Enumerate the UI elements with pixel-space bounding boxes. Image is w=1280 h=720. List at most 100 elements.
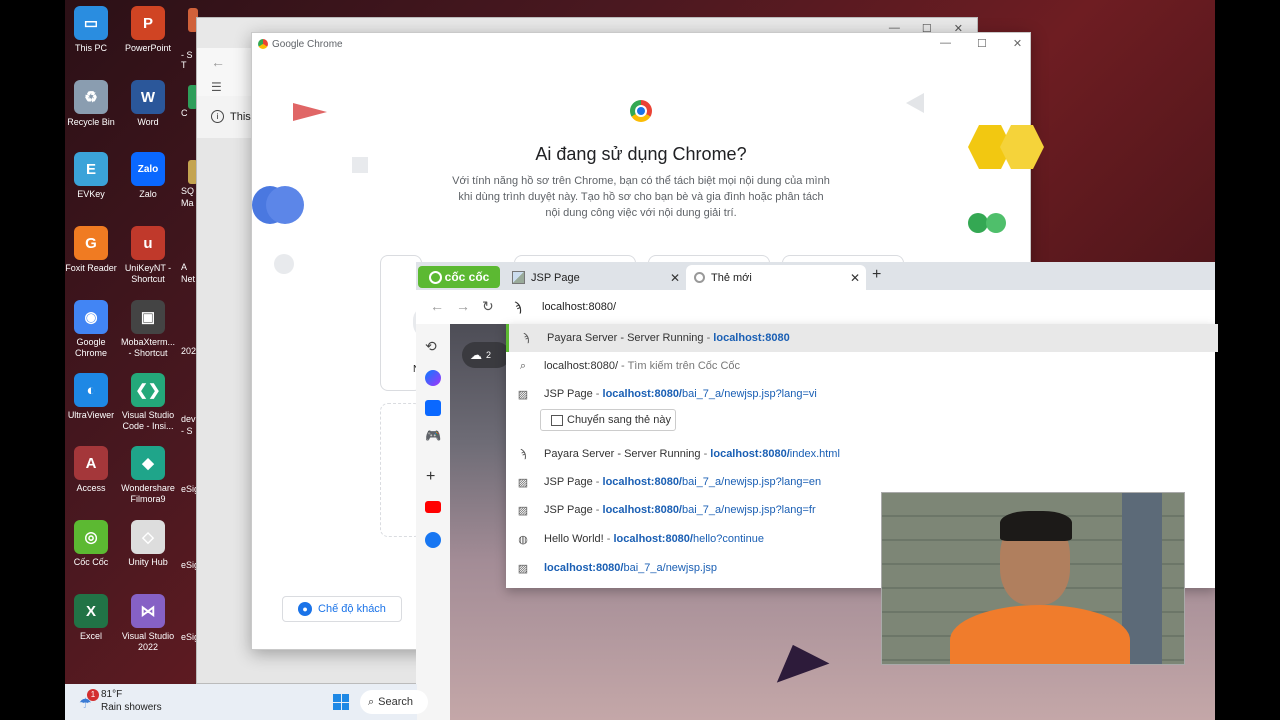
person-hair	[1000, 511, 1072, 541]
weather-widget[interactable]: ☁ 2	[462, 342, 510, 368]
address-input[interactable]: localhost:8080/	[542, 301, 616, 313]
fish-icon: ϡ	[522, 332, 530, 344]
desktop-icon[interactable]: ◉ Google Chrome	[65, 300, 119, 359]
page-description: Với tính năng hồ sơ trên Chrome, bạn có …	[452, 175, 830, 219]
suggestion-url-host: localhost:8080/	[710, 448, 790, 460]
globe-icon: ◍	[518, 533, 528, 546]
minimize-icon[interactable]: —	[940, 37, 951, 50]
tab-new-tab[interactable]: Thẻ mới ✕	[686, 265, 866, 290]
suggestion-separator: -	[700, 448, 711, 460]
new-tab-button[interactable]: +	[872, 266, 881, 284]
app-icon: Zalo	[131, 152, 165, 186]
switch-to-tab-button[interactable]: Chuyển sang thẻ này	[540, 409, 676, 431]
suggestion-separator: -	[618, 360, 628, 372]
letterbox-left	[0, 0, 65, 720]
explorer-info-bar: i This	[211, 110, 251, 123]
close-tab-icon[interactable]: ✕	[670, 271, 680, 285]
gray-circle-decoration	[274, 254, 294, 274]
windows-start-icon[interactable]	[333, 694, 349, 710]
desktop-icon[interactable]: ◇ Unity Hub	[120, 520, 176, 568]
desktop-icon-label: Google Chrome	[74, 337, 107, 358]
suggestion-item[interactable]: ϡ Payara Server - Server Running - localh…	[506, 324, 1218, 352]
taskbar-search[interactable]: ⌕ Search	[360, 690, 428, 714]
forward-icon[interactable]: →	[456, 298, 470, 314]
desktop-icon[interactable]: P PowerPoint	[120, 6, 176, 54]
desktop-icon[interactable]: ▭ This PC	[65, 6, 119, 54]
tab-label: Thẻ mới	[711, 271, 752, 284]
fish-icon: ϡ	[519, 448, 527, 460]
suggestion-text: Payara Server - Server Running - localho…	[544, 448, 840, 460]
suggestion-item[interactable]: ϡ Payara Server - Server Running - localh…	[506, 440, 1215, 468]
chrome-logo-icon	[630, 100, 652, 122]
suggestion-title: localhost:8080/	[544, 360, 618, 372]
desktop-icon-label: EVKey	[77, 189, 105, 199]
app-icon: ◉	[74, 300, 108, 334]
page-heading: Ai đang sử dụng Chrome?	[535, 144, 747, 164]
guest-mode-button[interactable]: ● Chế độ khách	[282, 596, 402, 622]
facebook-icon[interactable]	[425, 532, 441, 548]
app-icon: E	[74, 152, 108, 186]
suggestion-title: Payara Server - Server Running	[544, 448, 701, 460]
desktop-icon[interactable]: ❮❯ Visual Studio Code - Insi...	[120, 373, 176, 432]
add-icon[interactable]: +	[426, 468, 435, 486]
desktop-icon[interactable]: X Excel	[65, 594, 119, 642]
app-icon: P	[131, 6, 165, 40]
game-icon[interactable]: 🎮	[425, 428, 441, 444]
desktop-icon[interactable]: E EVKey	[65, 152, 119, 200]
page-icon: ▨	[517, 504, 529, 517]
cloud-icon: ☁	[470, 348, 482, 362]
list-icon[interactable]: ☰	[211, 80, 222, 94]
youtube-icon[interactable]	[425, 501, 441, 513]
suggestion-separator: -	[592, 504, 603, 516]
zalo-icon[interactable]	[425, 400, 441, 416]
desktop-icon[interactable]: ▣ MobaXterm... - Shortcut	[120, 300, 176, 359]
gray-triangle-decoration	[906, 93, 924, 113]
desktop-icon-label: UltraViewer	[67, 410, 115, 420]
desktop-icon-label: Recycle Bin	[67, 117, 115, 127]
messenger-icon[interactable]	[425, 370, 441, 386]
desktop-icon[interactable]: ♻ Recycle Bin	[65, 80, 119, 128]
maximize-icon[interactable]: ☐	[977, 37, 987, 50]
app-icon: W	[131, 80, 165, 114]
explorer-info-text: This	[230, 110, 251, 123]
close-tab-icon[interactable]: ✕	[850, 271, 860, 285]
desktop-icon[interactable]: ◆ Wondershare Filmora9	[120, 446, 176, 505]
chrome-icon	[258, 39, 268, 49]
blue-circles-decoration	[252, 186, 304, 224]
suggestion-separator: -	[592, 388, 603, 400]
back-icon[interactable]: ←	[211, 54, 225, 70]
close-icon[interactable]: ✕	[1013, 37, 1022, 50]
suggestion-url-host: localhost:8080/	[544, 562, 624, 574]
desktop-icon[interactable]: u UniKeyNT - Shortcut	[120, 226, 176, 285]
desktop-icon[interactable]: Zalo Zalo	[120, 152, 176, 200]
desktop-icon-label: Word	[137, 117, 159, 127]
new-tab-icon	[694, 272, 705, 283]
app-icon: ◎	[74, 520, 108, 554]
suggestion-text: localhost:8080/bai_7_a/newjsp.jsp	[544, 562, 717, 574]
suggestion-text: JSP Page - localhost:8080/bai_7_a/newjsp…	[544, 476, 821, 488]
reload-icon[interactable]: ↻	[482, 298, 494, 315]
notification-badge: 1	[87, 689, 99, 701]
address-bar[interactable]: ϡ localhost:8080/	[506, 290, 1215, 324]
history-icon[interactable]: ⟲	[425, 338, 437, 355]
coccoc-logo-button[interactable]: cốc cốc	[418, 266, 500, 288]
suggestion-item[interactable]: ⌕ localhost:8080/ - Tìm kiếm trên Cốc Cốc	[506, 352, 1215, 380]
desktop-icon[interactable]: ⋈ Visual Studio 2022	[120, 594, 176, 653]
page-icon	[512, 271, 525, 284]
green-pill-decoration	[968, 213, 1006, 233]
desktop-icon[interactable]: W Word	[120, 80, 176, 128]
desktop-icon[interactable]: A Access	[65, 446, 119, 494]
suggestion-separator: -	[603, 533, 614, 545]
suggestion-text: Hello World! - localhost:8080/hello?cont…	[544, 533, 764, 545]
desktop-icon[interactable]: ◎ Cốc Cốc	[65, 520, 119, 568]
back-icon[interactable]: ←	[430, 298, 444, 314]
desktop-icon[interactable]: G Foxit Reader	[65, 226, 119, 274]
weather-taskbar-widget[interactable]: ☂ 1 81°F Rain showers	[75, 687, 175, 717]
desktop-icon[interactable]: ◐ UltraViewer	[65, 373, 119, 421]
suggestion-item[interactable]: ▨ JSP Page - localhost:8080/bai_7_a/newjs…	[506, 380, 1215, 408]
tab-jsp-page[interactable]: JSP Page ✕	[504, 265, 686, 290]
window-controls: — ☐ ✕	[940, 37, 1022, 50]
webcam-overlay	[881, 492, 1185, 665]
search-icon: ⌕	[368, 695, 375, 708]
info-icon: i	[211, 110, 224, 123]
